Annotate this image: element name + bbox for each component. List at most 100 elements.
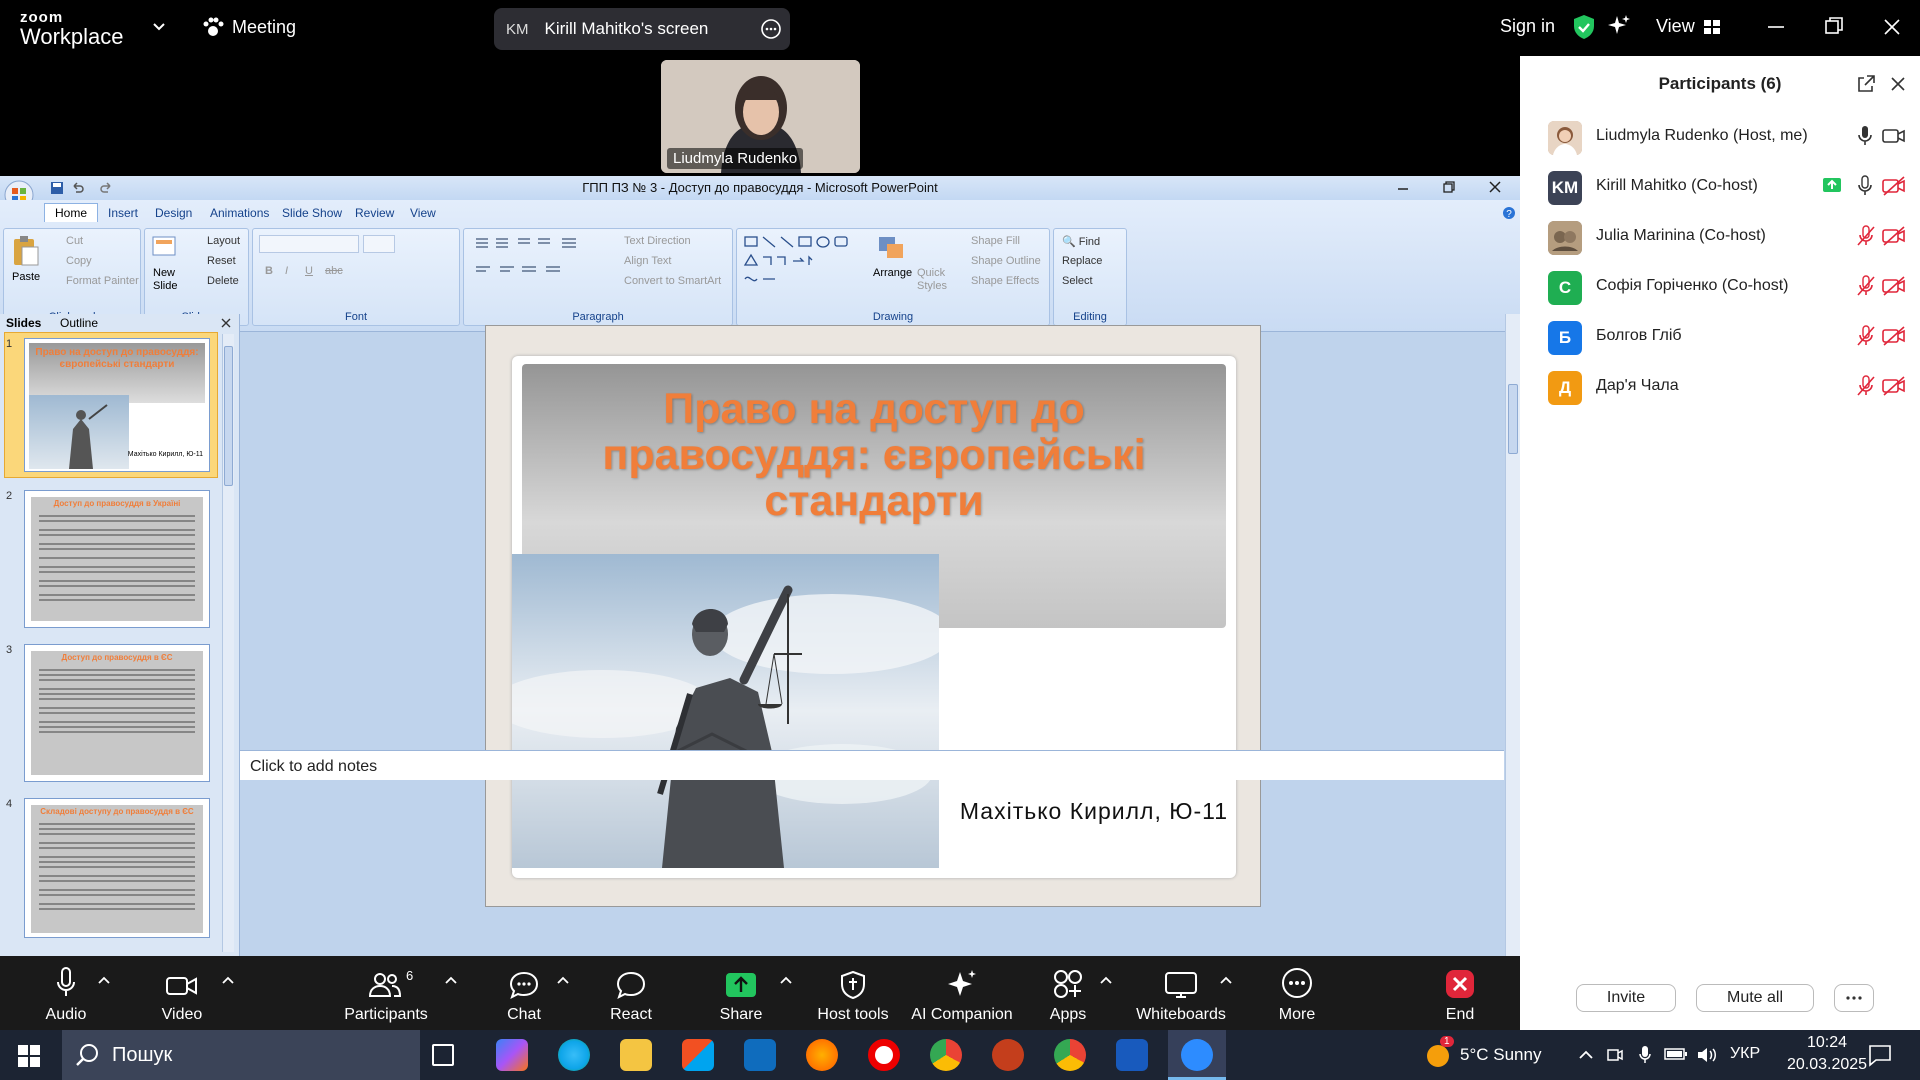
- main-vertical-scrollbar[interactable]: [1505, 314, 1520, 956]
- share-button[interactable]: Share: [716, 956, 766, 1030]
- chevron-down-icon[interactable]: [152, 20, 166, 34]
- tab-insert[interactable]: Insert: [108, 206, 138, 220]
- slide-thumbnail-3[interactable]: Доступ до правосуддя в ЄС: [24, 644, 210, 782]
- shape-effects-button[interactable]: Shape Effects: [971, 275, 1039, 287]
- bullets-icon[interactable]: [472, 235, 592, 285]
- battery-icon[interactable]: [1664, 1047, 1688, 1061]
- firefox-icon[interactable]: [806, 1039, 838, 1071]
- strikethrough-icon[interactable]: abc: [325, 265, 343, 277]
- task-view-icon[interactable]: [432, 1044, 454, 1066]
- powerpoint-app-icon[interactable]: [992, 1039, 1024, 1071]
- camera-icon[interactable]: [1882, 125, 1906, 147]
- bold-icon[interactable]: B: [265, 265, 273, 277]
- end-button[interactable]: End: [1440, 956, 1480, 1030]
- mic-off-icon[interactable]: [1856, 225, 1876, 247]
- participant-row[interactable]: С Софія Горіченко (Co-host): [1520, 262, 1920, 312]
- edge-icon[interactable]: [558, 1039, 590, 1071]
- tab-design[interactable]: Design: [155, 206, 192, 220]
- restore-icon[interactable]: [1824, 12, 1844, 42]
- sign-in-link[interactable]: Sign in: [1500, 16, 1555, 37]
- tab-slide-show[interactable]: Slide Show: [282, 206, 342, 220]
- copilot-icon[interactable]: [496, 1039, 528, 1071]
- participant-row[interactable]: Liudmyla Rudenko (Host, me): [1520, 112, 1920, 162]
- meeting-menu[interactable]: Meeting: [202, 16, 296, 38]
- camera-off-icon[interactable]: [1882, 225, 1906, 247]
- participant-row[interactable]: Julia Marinina (Co-host): [1520, 212, 1920, 262]
- opera-icon[interactable]: [868, 1039, 900, 1071]
- whiteboards-button[interactable]: Whiteboards: [1136, 956, 1226, 1030]
- delete-slide-button[interactable]: Delete: [207, 275, 239, 287]
- clock-date[interactable]: 20.03.2025: [1780, 1056, 1874, 1074]
- tab-slides[interactable]: Slides: [6, 316, 41, 330]
- chat-caret-icon[interactable]: [557, 976, 569, 984]
- format-painter-button[interactable]: Format Painter: [66, 275, 139, 287]
- more-button[interactable]: More: [1272, 956, 1322, 1030]
- tab-home[interactable]: Home: [44, 203, 99, 222]
- replace-button[interactable]: Replace: [1062, 255, 1102, 267]
- paste-button[interactable]: Paste: [12, 271, 40, 283]
- security-shield-icon[interactable]: [1572, 14, 1596, 40]
- more-options-button[interactable]: [1834, 984, 1874, 1012]
- underline-icon[interactable]: U: [305, 265, 313, 277]
- font-name-box[interactable]: [259, 235, 359, 253]
- weather-text[interactable]: 5°C Sunny: [1460, 1045, 1541, 1065]
- close-panel-icon[interactable]: [1888, 74, 1908, 94]
- language-indicator[interactable]: УКР: [1730, 1045, 1760, 1063]
- tab-review[interactable]: Review: [355, 206, 394, 220]
- video-caret-icon[interactable]: [222, 976, 234, 984]
- video-button[interactable]: Video: [156, 956, 208, 1030]
- participants-caret-icon[interactable]: [445, 976, 457, 984]
- react-button[interactable]: React: [606, 956, 656, 1030]
- windows-start-icon[interactable]: [18, 1045, 40, 1067]
- font-size-box[interactable]: [363, 235, 395, 253]
- shapes-gallery-icon[interactable]: [743, 235, 863, 293]
- arrange-button[interactable]: Arrange: [873, 267, 912, 279]
- host-tools-button[interactable]: Host tools: [808, 956, 898, 1030]
- ai-sparkle-icon[interactable]: [1607, 14, 1631, 38]
- camera-off-icon[interactable]: [1882, 325, 1906, 347]
- file-explorer-icon[interactable]: [620, 1039, 652, 1071]
- cut-button[interactable]: Cut: [66, 235, 83, 247]
- tab-animations[interactable]: Animations: [210, 206, 269, 220]
- word-icon[interactable]: [1116, 1039, 1148, 1071]
- participant-row[interactable]: KM Kirill Mahitko (Co-host): [1520, 162, 1920, 212]
- invite-button[interactable]: Invite: [1576, 984, 1676, 1012]
- video-tile[interactable]: Liudmyla Rudenko: [661, 60, 860, 173]
- audio-caret-icon[interactable]: [98, 976, 110, 984]
- mic-off-icon[interactable]: [1856, 375, 1876, 397]
- taskbar-search[interactable]: Пошук: [62, 1030, 420, 1080]
- notifications-icon[interactable]: [1868, 1043, 1892, 1067]
- align-text-button[interactable]: Align Text: [624, 255, 672, 267]
- zoom-app-icon[interactable]: [1181, 1039, 1213, 1071]
- volume-icon[interactable]: [1696, 1046, 1718, 1064]
- copy-button[interactable]: Copy: [66, 255, 92, 267]
- pop-out-icon[interactable]: [1856, 74, 1876, 94]
- current-slide[interactable]: Право на доступ до правосуддя: європейсь…: [485, 325, 1261, 907]
- select-button[interactable]: Select: [1062, 275, 1093, 287]
- mute-all-button[interactable]: Mute all: [1696, 984, 1814, 1012]
- tab-outline[interactable]: Outline: [60, 316, 98, 330]
- ppt-close-icon[interactable]: [1488, 180, 1502, 194]
- microphone-tray-icon[interactable]: [1638, 1045, 1652, 1065]
- ppt-restore-icon[interactable]: [1442, 180, 1456, 194]
- tray-chevron-icon[interactable]: [1578, 1048, 1594, 1060]
- outlook-icon[interactable]: [744, 1039, 776, 1071]
- clock-time[interactable]: 10:24: [1792, 1034, 1862, 1052]
- help-icon[interactable]: ?: [1502, 206, 1516, 220]
- more-options-icon[interactable]: [760, 18, 782, 40]
- mic-off-icon[interactable]: [1856, 275, 1876, 297]
- slide-thumbnail-2[interactable]: Доступ до правосуддя в Україні: [24, 490, 210, 628]
- chrome-icon[interactable]: [930, 1039, 962, 1071]
- shape-fill-button[interactable]: Shape Fill: [971, 235, 1020, 247]
- whiteboards-caret-icon[interactable]: [1220, 976, 1232, 984]
- chrome-icon-2[interactable]: [1054, 1039, 1086, 1071]
- ppt-minimize-icon[interactable]: [1396, 180, 1410, 194]
- apps-button[interactable]: Apps: [1046, 956, 1090, 1030]
- camera-off-icon[interactable]: [1882, 175, 1906, 197]
- minimize-icon[interactable]: [1766, 12, 1786, 42]
- slide-thumbnail-4[interactable]: Складові доступу до правосуддя в ЄС: [24, 798, 210, 938]
- find-button[interactable]: 🔍 Find: [1062, 235, 1100, 248]
- participant-row[interactable]: Д Дар'я Чала: [1520, 362, 1920, 412]
- slide-thumbnail-1[interactable]: Право на доступ до правосуддя: європейсь…: [24, 338, 210, 472]
- meet-now-icon[interactable]: [1606, 1046, 1624, 1064]
